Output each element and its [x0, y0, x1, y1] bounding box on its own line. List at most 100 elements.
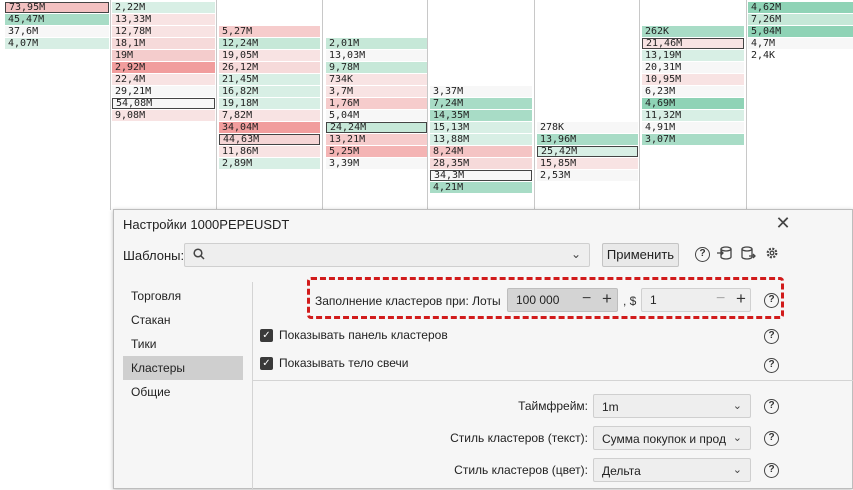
cluster-cell: 3,37M: [430, 86, 532, 97]
cluster-cell: 44,63M: [219, 134, 320, 145]
cluster-cell: 16,82M: [219, 86, 320, 97]
column-divider: [746, 0, 747, 210]
nav-item[interactable]: Общие: [123, 380, 243, 404]
cluster-cell: 19,18M: [219, 98, 320, 109]
cluster-cell: 14,35M: [430, 110, 532, 121]
cluster-cell: 10,95M: [642, 74, 744, 85]
help-icon[interactable]: ?: [764, 399, 779, 414]
help-icon[interactable]: ?: [764, 293, 779, 308]
show-cluster-panel-label: Показывать панель кластеров: [279, 328, 448, 342]
column-divider: [216, 0, 217, 210]
cluster-cell: 3,07M: [642, 134, 744, 145]
cluster-cell: 12,78M: [112, 26, 215, 37]
cluster-cell: 28,35M: [430, 158, 532, 169]
import-icon[interactable]: [715, 246, 733, 264]
settings-nav: Торговля Стакан Тики Кластеры Общие: [114, 282, 253, 490]
cluster-cell: 13,03M: [326, 50, 427, 61]
cluster-cell: 15,85M: [537, 158, 638, 169]
templates-select[interactable]: ⌄: [184, 243, 590, 267]
show-candle-body-label: Показывать тело свечи: [279, 356, 409, 370]
currency-separator: , $: [623, 294, 637, 308]
section-divider: [253, 380, 853, 381]
nav-item[interactable]: Стакан: [123, 308, 243, 332]
fill-label: Заполнение кластеров при: Лоты: [315, 294, 501, 308]
cluster-cell: 5,04M: [326, 110, 427, 121]
cluster-cell: 13,33M: [112, 14, 215, 25]
cluster-cell: 7,26M: [748, 14, 853, 25]
lots-value[interactable]: 100 000: [516, 293, 559, 307]
cluster-cell: 2,89M: [219, 158, 320, 169]
cluster-color-style-label: Стиль кластеров (цвет):: [454, 463, 588, 477]
column-divider: [322, 0, 323, 210]
cluster-cell: 20,31M: [642, 62, 744, 73]
cluster-text-style-select[interactable]: Сумма покупок и продаж ⌄: [593, 426, 751, 450]
lots-stepper[interactable]: 100 000 − +: [507, 288, 618, 312]
help-icon[interactable]: ?: [764, 463, 779, 478]
cluster-cell: 25,42M: [537, 146, 638, 157]
cluster-cell: 4,69M: [642, 98, 744, 109]
cluster-text-style-label: Стиль кластеров (текст):: [450, 431, 588, 445]
search-icon: [193, 248, 205, 263]
help-icon[interactable]: ?: [764, 431, 779, 446]
timeframe-select[interactable]: 1m ⌄: [593, 394, 751, 418]
chevron-down-icon: ⌄: [732, 432, 742, 444]
chevron-down-icon: ⌄: [732, 400, 742, 412]
usd-stepper[interactable]: 1 − +: [641, 288, 751, 312]
cluster-cell: 5,25M: [326, 146, 427, 157]
gear-icon[interactable]: [763, 246, 781, 264]
cluster-cell: 2,92M: [112, 62, 215, 73]
minus-icon[interactable]: −: [716, 290, 725, 308]
cluster-cell: 22,4M: [112, 74, 215, 85]
chevron-down-icon: ⌄: [570, 247, 581, 261]
cluster-cell: 34,3M: [430, 170, 532, 181]
cluster-cell: 1,76M: [326, 98, 427, 109]
templates-label: Шаблоны:: [123, 248, 185, 263]
timeframe-label: Таймфрейм:: [518, 399, 588, 413]
column-divider: [639, 0, 640, 210]
cluster-cell: 13,96M: [537, 134, 638, 145]
cluster-cell: 3,39M: [326, 158, 427, 169]
cluster-cell: 2,53M: [537, 170, 638, 181]
cluster-cell: 54,08M: [112, 98, 215, 109]
cluster-cell: 11,86M: [219, 146, 320, 157]
usd-value[interactable]: 1: [650, 293, 657, 307]
cluster-cell: 2,01M: [326, 38, 427, 49]
plus-icon[interactable]: +: [602, 289, 612, 309]
cluster-cell: 262K: [642, 26, 744, 37]
cluster-cell: 45,47M: [5, 14, 109, 25]
cluster-cell: 37,6M: [5, 26, 109, 37]
close-icon[interactable]: ✕: [773, 213, 793, 233]
cluster-cell: 15,13M: [430, 122, 532, 133]
nav-item[interactable]: Торговля: [123, 284, 243, 308]
chevron-down-icon: ⌄: [732, 464, 742, 476]
cluster-cell: 2,4K: [748, 50, 853, 61]
apply-button[interactable]: Применить: [602, 243, 679, 267]
column-divider: [110, 0, 111, 210]
help-icon[interactable]: ?: [764, 329, 779, 344]
nav-item[interactable]: Тики: [123, 332, 243, 356]
cluster-color-style-select[interactable]: Дельта ⌄: [593, 458, 751, 482]
column-divider: [534, 0, 535, 210]
show-cluster-panel-checkbox[interactable]: ✓: [260, 329, 273, 342]
cluster-cell: 34,04M: [219, 122, 320, 133]
cluster-cell: 3,7M: [326, 86, 427, 97]
show-candle-body-checkbox[interactable]: ✓: [260, 357, 273, 370]
cluster-cell: 734K: [326, 74, 427, 85]
export-icon[interactable]: [739, 246, 757, 264]
cluster-cell: 19M: [112, 50, 215, 61]
minus-icon[interactable]: −: [582, 290, 591, 308]
cluster-cell: 73,95M: [5, 2, 109, 13]
plus-icon[interactable]: +: [736, 289, 746, 309]
cluster-cell: 9,78M: [326, 62, 427, 73]
cluster-cell: 5,27M: [219, 26, 320, 37]
column-divider: [427, 0, 428, 210]
nav-item[interactable]: Кластеры: [123, 356, 243, 380]
cluster-cell: 4,91M: [642, 122, 744, 133]
cluster-cell: 21,45M: [219, 74, 320, 85]
cluster-cell: 5,04M: [748, 26, 853, 37]
help-icon[interactable]: ?: [695, 247, 710, 262]
settings-dialog: Настройки 1000PEPEUSDT ✕ Шаблоны: ⌄ Прим…: [113, 209, 853, 490]
cluster-cell: 24,24M: [326, 122, 427, 133]
cluster-cell: 13,88M: [430, 134, 532, 145]
help-icon[interactable]: ?: [764, 358, 779, 373]
